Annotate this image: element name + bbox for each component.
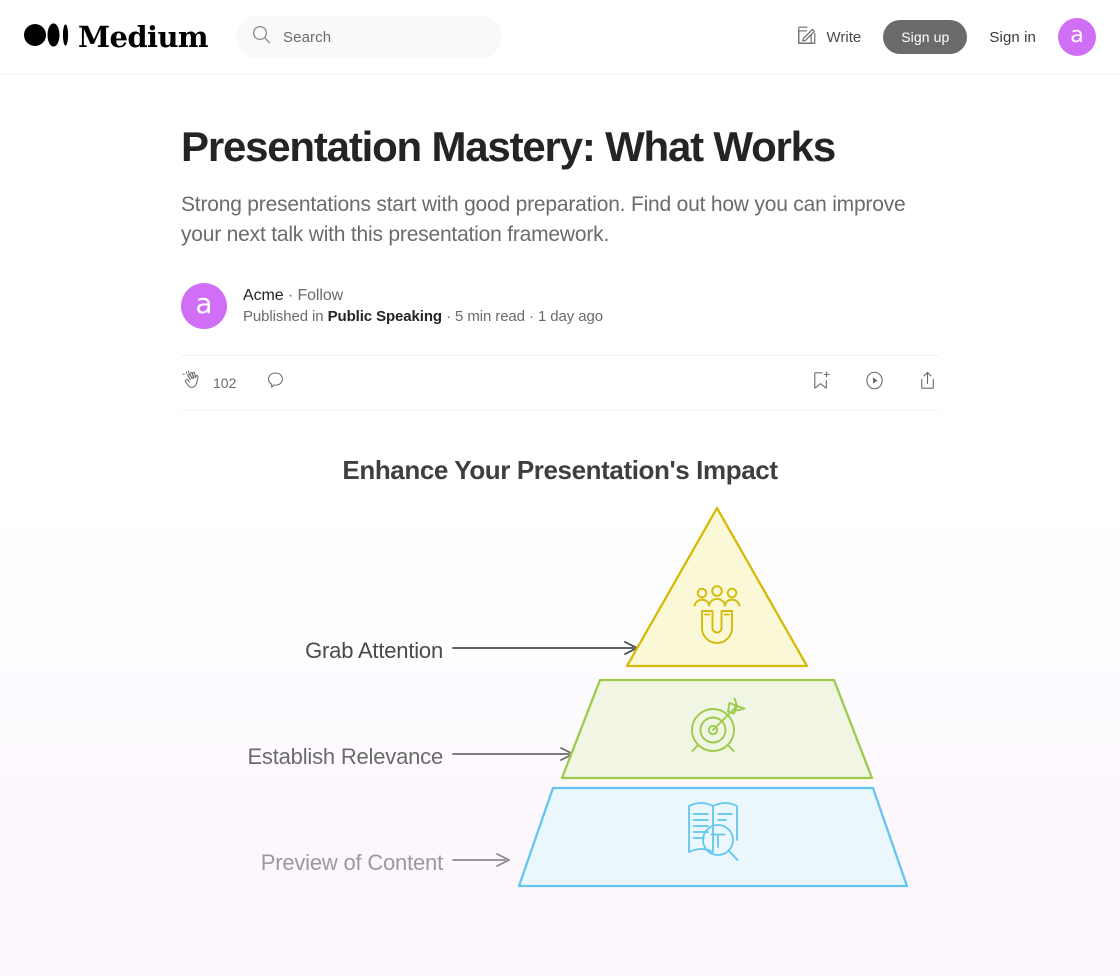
- engagement-right: [810, 369, 939, 397]
- publication-link[interactable]: Public Speaking: [328, 308, 442, 325]
- clap-icon: [181, 369, 205, 398]
- author-avatar-letter: a: [195, 287, 213, 321]
- search-input[interactable]: Search: [236, 16, 503, 58]
- byline-separator: ·: [287, 287, 294, 305]
- comment-icon: [264, 372, 287, 396]
- engagement-bar: 102: [181, 355, 939, 412]
- medium-wordmark: Medium: [78, 19, 209, 54]
- clap-count: 102: [213, 375, 237, 392]
- header-actions: Write Sign up Sign in a: [796, 18, 1096, 56]
- write-button[interactable]: Write: [796, 24, 862, 50]
- byline: a Acme · Follow Published in Public Spea…: [181, 283, 939, 330]
- share-button[interactable]: [916, 369, 939, 397]
- pyramid-label-3: Preview of Content: [260, 850, 443, 876]
- follow-link[interactable]: Follow: [297, 287, 343, 304]
- author-avatar[interactable]: a: [181, 283, 227, 330]
- comment-button[interactable]: [264, 369, 287, 397]
- bookmark-add-icon: [810, 371, 833, 396]
- site-header: Medium Search Write Sign up Sign in a: [0, 0, 1120, 75]
- article-subtitle: Strong presentations start with good pre…: [181, 192, 906, 246]
- byline-author-row: Acme · Follow: [243, 287, 603, 305]
- listen-button[interactable]: [863, 369, 886, 397]
- engagement-left: 102: [181, 369, 287, 398]
- read-time: 5 min read: [455, 308, 525, 326]
- published-in-label: Published in: [243, 308, 324, 326]
- page-title: Presentation Mastery: What Works: [181, 123, 836, 170]
- search-icon: [252, 25, 271, 49]
- search-placeholder: Search: [283, 28, 332, 46]
- sign-up-button[interactable]: Sign up: [883, 20, 968, 54]
- article-container: Presentation Mastery: What Works Strong …: [181, 75, 939, 920]
- publish-date: 1 day ago: [537, 308, 603, 326]
- pyramid-label-1: Grab Attention: [305, 638, 443, 664]
- share-up-icon: [916, 372, 939, 396]
- meta-separator-1: ·: [446, 308, 451, 326]
- pyramid-figure: Enhance Your Presentation's Impact Grab …: [181, 455, 939, 920]
- sign-in-link[interactable]: Sign in: [989, 29, 1036, 46]
- bookmark-button[interactable]: [810, 369, 833, 397]
- pyramid-arrow-3: [452, 853, 510, 868]
- medium-logo[interactable]: Medium: [24, 19, 209, 54]
- clap-button[interactable]: 102: [181, 369, 236, 398]
- pyramid-arrow-2: [452, 747, 574, 762]
- byline-text: Acme · Follow Published in Public Speaki…: [243, 287, 603, 325]
- pyramid-canvas: Grab Attention Establish Relevance Previ…: [181, 500, 939, 920]
- medium-logo-icon: [24, 22, 70, 53]
- meta-separator-2: ·: [529, 308, 534, 326]
- author-name[interactable]: Acme: [243, 287, 284, 304]
- user-avatar-letter: a: [1070, 22, 1084, 48]
- byline-meta-row: Published in Public Speaking · 5 min rea…: [243, 308, 603, 325]
- user-avatar[interactable]: a: [1058, 18, 1096, 56]
- pyramid-arrow-1: [452, 641, 638, 656]
- pyramid-label-2: Establish Relevance: [247, 744, 443, 770]
- write-label: Write: [826, 28, 862, 46]
- pencil-square-icon: [796, 24, 818, 50]
- figure-title: Enhance Your Presentation's Impact: [342, 455, 778, 486]
- play-circle-icon: [863, 372, 886, 396]
